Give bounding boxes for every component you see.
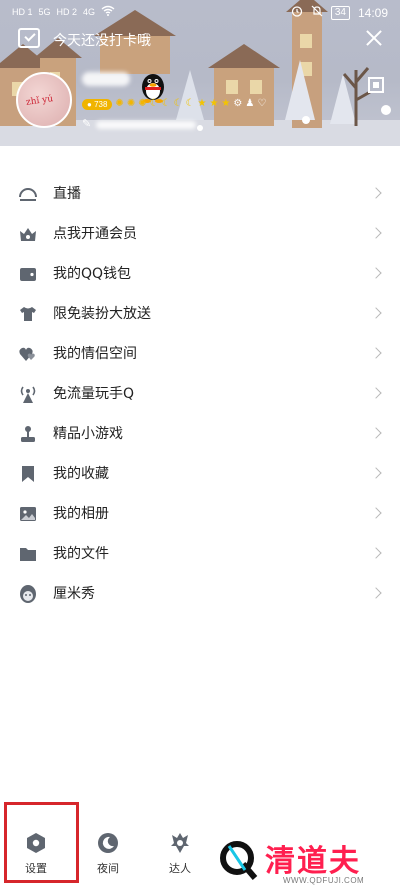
sim1-indicator: HD 1 (12, 6, 33, 17)
heart-badge-icon: ♡ (257, 98, 267, 109)
tab-night-mode[interactable]: 夜间 (76, 832, 140, 876)
chevron-right-icon (370, 467, 382, 479)
battery-level: 34 (330, 5, 350, 20)
alarm-icon (291, 5, 303, 20)
watermark-title: 清道夫 (265, 844, 361, 879)
menu-item-label: 我的文件 (53, 546, 109, 562)
level-moon-icon: ☾ (185, 98, 195, 109)
night-mode-moon-icon (98, 833, 118, 853)
menu-item-vip[interactable]: 点我开通会员 (0, 214, 400, 254)
menu-item-label: 限免装扮大放送 (53, 306, 151, 322)
status-bar: HD 1 5G HD 2 4G 34 14:09 (0, 0, 400, 26)
chevron-right-icon (370, 507, 382, 519)
qq-level-row[interactable]: ● 738 ✺ ✺ ✺ ☾ ☾ ☾ ☾ ★ ★ ★ ⚙ ♟ ♡ (82, 98, 266, 110)
menu-item-label: 厘米秀 (53, 586, 95, 602)
qr-code-icon[interactable] (368, 77, 384, 93)
watermark-q-logo (220, 841, 258, 880)
system-indicators: 34 14:09 (291, 5, 388, 20)
member-badge-icon: ♟ (245, 98, 255, 109)
menu-item-label: 我的QQ钱包 (53, 266, 132, 282)
tab-label: 达人 (169, 862, 191, 875)
menu-item-cmshow[interactable]: 厘米秀 (0, 574, 400, 614)
hearts-icon (18, 344, 38, 364)
svip-number: 738 (94, 99, 108, 109)
sim2-indicator: HD 2 (56, 6, 78, 17)
wallet-icon (18, 264, 38, 284)
bookmark-icon (18, 464, 38, 484)
folder-icon (18, 544, 38, 564)
menu-item-files[interactable]: 我的文件 (0, 534, 400, 574)
drawer-menu: 直播 点我开通会员 我的QQ钱包 限免装扮大放送 我的情侣空间 免流量玩手Q 精… (0, 174, 400, 614)
level-sun-icon: ✺ (138, 98, 147, 109)
tab-label: 夜间 (97, 862, 119, 875)
svip-badge: ● 738 (82, 98, 113, 110)
cmshow-avatar-icon (18, 584, 38, 604)
calendar-check-icon[interactable] (18, 28, 40, 48)
checkin-reminder[interactable]: 今天还没打卡哦 (53, 30, 151, 50)
signal-tower-icon (18, 384, 38, 404)
level-moon-icon: ☾ (161, 98, 171, 109)
avatar[interactable]: zhǐ yú (16, 72, 72, 128)
menu-item-label: 直播 (53, 186, 81, 202)
live-icon (18, 184, 38, 204)
game-badge-icon: ⚙ (233, 98, 243, 109)
level-moon-icon: ☾ (149, 98, 159, 109)
level-star-icon: ★ (221, 98, 231, 109)
edit-signature-icon[interactable]: ✎ (82, 117, 91, 130)
chevron-right-icon (370, 187, 382, 199)
menu-item-favorites[interactable]: 我的收藏 (0, 454, 400, 494)
chevron-right-icon (370, 227, 382, 239)
network-5g-indicator: 5G (38, 6, 51, 17)
level-star-icon: ★ (209, 98, 219, 109)
chevron-right-icon (370, 267, 382, 279)
photo-icon (18, 504, 38, 524)
menu-item-couple-space[interactable]: 我的情侣空间 (0, 334, 400, 374)
nickname-redacted (82, 72, 130, 86)
chevron-right-icon (370, 347, 382, 359)
menu-item-wallet[interactable]: 我的QQ钱包 (0, 254, 400, 294)
menu-item-dressup[interactable]: 限免装扮大放送 (0, 294, 400, 334)
menu-item-mini-games[interactable]: 精品小游戏 (0, 414, 400, 454)
tab-expert[interactable]: 达人 (148, 832, 212, 876)
level-star-icon: ★ (197, 98, 207, 109)
network-indicators: HD 1 5G HD 2 4G (12, 5, 115, 19)
qq-side-drawer: HD 1 5G HD 2 4G 34 14:09 今天还没打卡哦 zhǐ yú … (0, 0, 400, 888)
signature-redacted (96, 121, 196, 129)
vip-crown-icon (18, 224, 38, 244)
settings-highlight-annotation (4, 802, 79, 883)
menu-item-label: 精品小游戏 (53, 426, 123, 442)
joystick-icon (18, 424, 38, 444)
avatar-handwriting: zhǐ yú (25, 94, 54, 108)
chevron-right-icon (370, 547, 382, 559)
network-4g-indicator: 4G (83, 6, 96, 17)
level-sun-icon: ✺ (126, 98, 136, 109)
chevron-right-icon (370, 427, 382, 439)
level-moon-icon: ☾ (173, 98, 183, 109)
menu-item-album[interactable]: 我的相册 (0, 494, 400, 534)
watermark-url: WWW.QDFUJI.COM (283, 876, 365, 885)
profile-header: HD 1 5G HD 2 4G 34 14:09 今天还没打卡哦 zhǐ yú … (0, 0, 400, 146)
chevron-right-icon (370, 387, 382, 399)
level-sun-icon: ✺ (115, 98, 124, 109)
clock-time: 14:09 (357, 5, 388, 20)
chevron-right-icon (370, 307, 382, 319)
mute-bell-icon (311, 5, 323, 20)
menu-item-label: 我的情侣空间 (53, 346, 137, 362)
tshirt-icon (18, 304, 38, 324)
menu-item-live[interactable]: 直播 (0, 174, 400, 214)
menu-item-label: 点我开通会员 (53, 226, 137, 242)
menu-item-label: 我的收藏 (53, 466, 109, 482)
menu-item-label: 我的相册 (53, 506, 109, 522)
chevron-right-icon (370, 587, 382, 599)
site-watermark: 清道夫 WWW.QDFUJI.COM (215, 836, 395, 886)
close-icon[interactable] (364, 28, 384, 48)
expert-badge-icon (171, 833, 189, 853)
menu-item-label: 免流量玩手Q (53, 386, 135, 402)
wifi-icon (101, 5, 115, 19)
menu-item-free-data[interactable]: 免流量玩手Q (0, 374, 400, 414)
